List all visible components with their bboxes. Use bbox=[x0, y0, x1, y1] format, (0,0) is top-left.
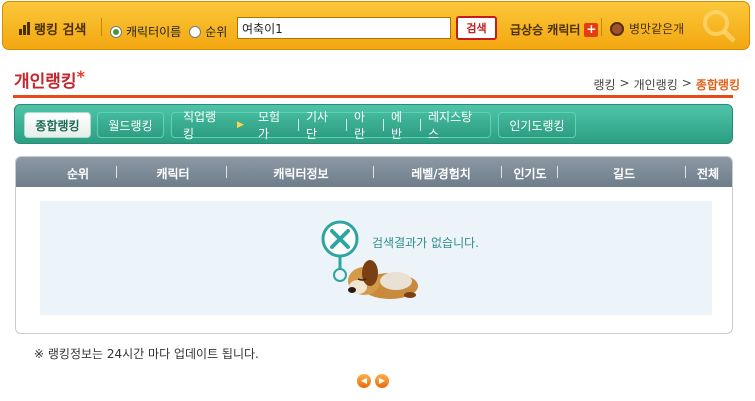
search-type-radio-group: 캐릭터이름 순위 bbox=[110, 23, 227, 40]
tab-job-cygnus[interactable]: 기사단 bbox=[299, 108, 346, 142]
divider bbox=[557, 166, 558, 178]
breadcrumb-current: 종합랭킹 bbox=[695, 78, 740, 92]
update-note: ※ 랭킹정보는 24시간 마다 업데이트 됩니다. bbox=[34, 347, 259, 361]
col-all[interactable]: 전체 bbox=[688, 165, 728, 182]
divider bbox=[116, 166, 117, 178]
table-header: 순위 캐릭터 캐릭터정보 레벨/경험치 인기도 길드 전체 bbox=[16, 157, 732, 187]
guild-link[interactable]: 병맛같은개 bbox=[610, 20, 684, 37]
ranking-search-bar: 랭킹 검색 캐릭터이름 순위 검색 급상승 캐릭터 + 병맛같은개 bbox=[2, 1, 750, 50]
divider bbox=[685, 166, 686, 178]
col-rank: 순위 bbox=[66, 167, 90, 181]
empty-result-message: 검색결과가 없습니다. bbox=[372, 236, 479, 250]
page-title: 개인랭킹* bbox=[14, 67, 85, 92]
empty-result-panel: 검색결과가 없습니다. bbox=[40, 201, 712, 315]
breadcrumb-personal[interactable]: 개인랭킹 bbox=[634, 76, 678, 93]
breadcrumb: 랭킹 > 개인랭킹 > 종합랭킹 bbox=[593, 76, 740, 93]
tab-job-aran[interactable]: 아란 bbox=[347, 108, 383, 142]
search-input[interactable] bbox=[237, 17, 451, 39]
radio-rank[interactable] bbox=[189, 25, 202, 38]
ranking-search-title: 랭킹 검색 bbox=[19, 19, 86, 38]
col-popularity: 인기도 bbox=[513, 167, 547, 181]
guild-emblem-icon bbox=[610, 21, 624, 36]
title-divider bbox=[13, 95, 733, 98]
tab-job[interactable]: 직업랭킹 bbox=[172, 108, 234, 142]
divider bbox=[501, 166, 502, 178]
col-guild: 길드 bbox=[612, 167, 636, 181]
tab-job-explorer[interactable]: 모험가 bbox=[251, 108, 298, 142]
pagination: ◀ ▶ bbox=[357, 374, 389, 388]
breadcrumb-ranking[interactable]: 랭킹 bbox=[593, 76, 615, 93]
tab-popularity[interactable]: 인기도랭킹 bbox=[498, 112, 576, 138]
search-button[interactable]: 검색 bbox=[456, 16, 497, 40]
magnifier-icon bbox=[703, 10, 736, 43]
plus-icon[interactable]: + bbox=[584, 22, 599, 37]
breadcrumb-sep: > bbox=[619, 76, 630, 90]
divider bbox=[601, 18, 602, 36]
tab-job-resistance[interactable]: 레지스탕스 bbox=[421, 108, 490, 142]
col-character: 캐릭터 bbox=[156, 167, 190, 181]
tab-overall[interactable]: 종합랭킹 bbox=[24, 112, 91, 138]
col-level-exp: 레벨/경험치 bbox=[411, 167, 471, 181]
breadcrumb-sep: > bbox=[681, 76, 692, 90]
radio-character-name[interactable] bbox=[110, 25, 122, 38]
divider bbox=[373, 166, 374, 178]
title-star-icon: * bbox=[76, 67, 85, 86]
radio-character-label[interactable]: 캐릭터이름 bbox=[126, 23, 181, 40]
arrow-right-icon: ▶ bbox=[237, 120, 244, 130]
divider bbox=[101, 18, 102, 36]
job-ranking-group: 직업랭킹 ▶ 모험가 기사단 아란 에반 레지스탕스 bbox=[171, 110, 491, 141]
rising-character-link[interactable]: 급상승 캐릭터 + bbox=[510, 21, 599, 38]
ranking-table: 순위 캐릭터 캐릭터정보 레벨/경험치 인기도 길드 전체 검색결과가 없습니다… bbox=[15, 156, 733, 334]
col-character-info: 캐릭터정보 bbox=[273, 167, 329, 181]
tab-world[interactable]: 월드랭킹 bbox=[97, 112, 164, 138]
ranking-tab-bar: 종합랭킹 월드랭킹 직업랭킹 ▶ 모험가 기사단 아란 에반 레지스탕스 인기도… bbox=[14, 104, 733, 144]
radio-rank-label[interactable]: 순위 bbox=[205, 23, 227, 40]
tab-job-evan[interactable]: 에반 bbox=[384, 108, 420, 142]
chart-bars-icon bbox=[19, 22, 30, 35]
sleeping-dog-icon bbox=[348, 260, 418, 299]
prev-page-icon[interactable]: ◀ bbox=[357, 374, 371, 388]
divider bbox=[226, 166, 227, 178]
next-page-icon[interactable]: ▶ bbox=[375, 374, 389, 388]
